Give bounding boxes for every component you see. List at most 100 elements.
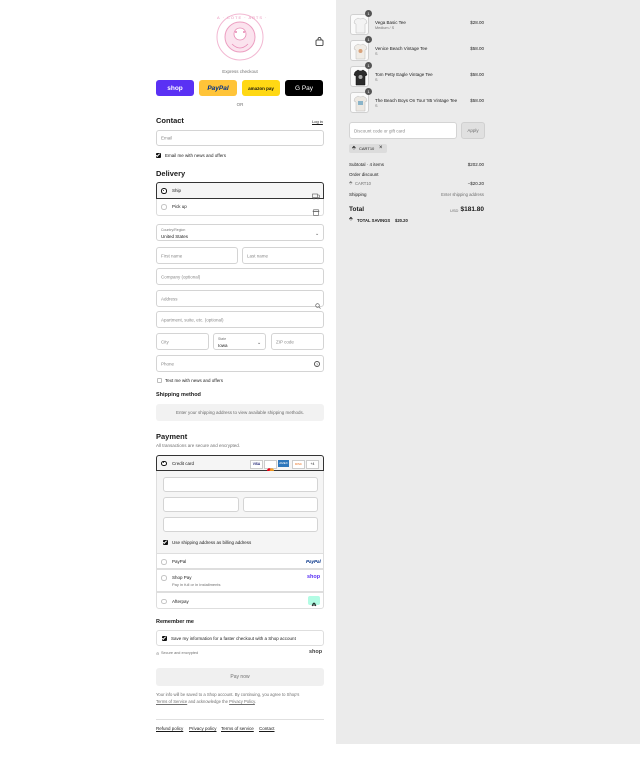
lock-icon: ⊝ xyxy=(156,651,160,656)
shop-pay-radio[interactable] xyxy=(161,575,167,581)
discover-icon: DISC xyxy=(292,460,305,469)
paypal-option[interactable]: PayPal PayPal xyxy=(156,553,324,569)
shipping-method-message: Enter your shipping address to view avai… xyxy=(175,410,305,415)
card-number-field[interactable] xyxy=(163,477,318,492)
last-name-placeholder: Last name xyxy=(247,253,269,258)
email-field[interactable]: Email xyxy=(156,130,324,146)
billing-address-label: Use shipping address as billing address xyxy=(172,540,252,545)
product-price: $58.00 xyxy=(470,46,484,51)
login-link[interactable]: Log in xyxy=(312,119,323,124)
address-field[interactable]: Address xyxy=(156,290,324,309)
privacy-policy-link[interactable]: Privacy Policy xyxy=(229,699,255,704)
billing-address-checkbox[interactable] xyxy=(163,540,168,545)
text-news-checkbox[interactable] xyxy=(157,378,162,383)
amazon-pay-button[interactable]: amazon pay xyxy=(242,80,280,96)
order-discount-value: −$20.20 xyxy=(467,181,484,186)
store-logo[interactable]: A · COTE · ARTS · xyxy=(215,12,268,62)
ship-radio[interactable] xyxy=(161,188,167,194)
product-name: Vega Basic Tee xyxy=(375,20,406,25)
product-variant: S xyxy=(375,52,378,56)
chevron-down-icon: ⌄ xyxy=(257,340,262,346)
amazon-pay-button-label: amazon pay xyxy=(248,85,274,91)
state-select[interactable]: State Iowa ⌄ xyxy=(213,333,266,350)
product-thumbnail xyxy=(350,40,369,61)
contact-link[interactable]: Contact xyxy=(259,726,275,731)
refund-policy-link[interactable]: Refund policy xyxy=(156,726,183,731)
first-name-field[interactable]: First name xyxy=(156,247,238,264)
line-item: 1 Venice Beach Vintage Tee S xyxy=(350,36,485,62)
paypal-radio[interactable] xyxy=(161,559,167,565)
afterpay-radio[interactable] xyxy=(161,598,167,604)
payment-heading: Payment xyxy=(156,432,188,441)
product-price: $28.00 xyxy=(470,20,484,25)
expiration-field[interactable] xyxy=(163,497,239,512)
credit-card-radio[interactable] xyxy=(161,460,167,466)
tag-icon: ⬘ xyxy=(352,145,356,151)
quantity-badge: 1 xyxy=(365,10,372,17)
zip-field[interactable]: ZIP code xyxy=(271,333,324,350)
last-name-field[interactable]: Last name xyxy=(242,247,324,264)
afterpay-option[interactable]: Afterpay xyxy=(156,592,324,609)
logo-text: A · COTE · ARTS · xyxy=(217,15,268,20)
paypal-button[interactable]: PayPal xyxy=(199,80,237,96)
visa-icon: VISA xyxy=(250,460,263,469)
apply-button[interactable]: Apply xyxy=(461,122,485,139)
name-on-card-field[interactable] xyxy=(163,517,318,532)
state-label: State xyxy=(218,337,227,341)
legal-period: . xyxy=(254,699,257,704)
tag-icon: ⬘ xyxy=(349,216,353,222)
save-info-label: Save my information for a faster checkou… xyxy=(171,636,296,641)
country-label: Country/Region xyxy=(161,228,186,232)
order-discount-label: Order discount xyxy=(349,172,379,177)
chevron-down-icon: ⌄ xyxy=(315,231,320,237)
shipping-label: Shipping xyxy=(349,192,367,197)
terms-of-service-link[interactable]: Terms of Service xyxy=(156,699,187,704)
save-info-checkbox[interactable] xyxy=(162,636,167,641)
total-label: Total xyxy=(349,206,365,213)
or-divider-label: OR xyxy=(236,102,244,107)
secure-encrypted-label: Secure and encrypted xyxy=(161,651,199,655)
total-savings-value: $20.20 xyxy=(395,218,408,223)
company-placeholder: Company (optional) xyxy=(161,274,201,279)
shop-pay-button[interactable]: shop xyxy=(156,80,194,96)
shop-pay-option[interactable]: Shop Pay Pay in full or in installments … xyxy=(156,569,324,592)
product-price: $58.00 xyxy=(470,98,484,103)
discount-code-field[interactable]: Discount code or gift card xyxy=(349,122,457,139)
help-icon[interactable]: ? xyxy=(314,361,320,367)
line-item: 1 Tom Petty Eagle Vintage Tee S xyxy=(350,62,485,88)
shipping-method-heading: Shipping method xyxy=(156,392,201,398)
remove-discount-icon[interactable]: × xyxy=(379,145,383,151)
country-select[interactable]: Country/Region United States ⌄ xyxy=(156,224,324,241)
afterpay-label: Afterpay xyxy=(172,599,189,604)
credit-card-option[interactable]: Credit card VISA AMEX DISC +4 xyxy=(156,455,324,473)
email-news-label: Email me with news and offers xyxy=(165,153,226,158)
subtotal-label: Subtotal · 4 items xyxy=(349,162,385,167)
delivery-option-pickup[interactable]: Pick up xyxy=(156,199,324,216)
ship-label: Ship xyxy=(172,188,182,193)
shop-pay-sub: Pay in full or in installments xyxy=(172,582,221,587)
total-savings-label: TOTAL SAVINGS xyxy=(357,218,391,223)
security-code-field[interactable] xyxy=(243,497,318,512)
company-field[interactable]: Company (optional) xyxy=(156,268,324,285)
delivery-option-ship[interactable]: Ship xyxy=(156,182,324,200)
email-news-checkbox[interactable] xyxy=(156,153,161,158)
discount-code-placeholder: Discount code or gift card xyxy=(354,128,406,133)
shop-pay-button-label: shop xyxy=(167,84,183,92)
shop-logo: shop xyxy=(309,649,323,655)
delivery-heading: Delivery xyxy=(156,169,186,178)
pickup-radio[interactable] xyxy=(161,204,167,210)
terms-of-service-footer-link[interactable]: Terms of service xyxy=(221,726,254,731)
product-thumbnail xyxy=(350,66,369,87)
city-field[interactable]: City xyxy=(156,333,209,350)
paypal-label: PayPal xyxy=(172,559,187,564)
zip-placeholder: ZIP code xyxy=(276,339,294,344)
google-pay-button[interactable]: G Pay xyxy=(285,80,323,96)
phone-field[interactable]: Phone ? xyxy=(156,355,324,372)
legal-text: Your info will be saved to a Shop accoun… xyxy=(156,691,324,705)
privacy-policy-footer-link[interactable]: Privacy policy xyxy=(189,726,217,731)
shopping-bag-icon[interactable] xyxy=(315,33,324,46)
apartment-field[interactable]: Apartment, suite, etc. (optional) xyxy=(156,311,324,328)
mastercard-icon xyxy=(264,460,277,473)
pay-now-button[interactable]: Pay now xyxy=(156,668,324,686)
payment-subtitle: All transactions are secure and encrypte… xyxy=(156,443,241,448)
